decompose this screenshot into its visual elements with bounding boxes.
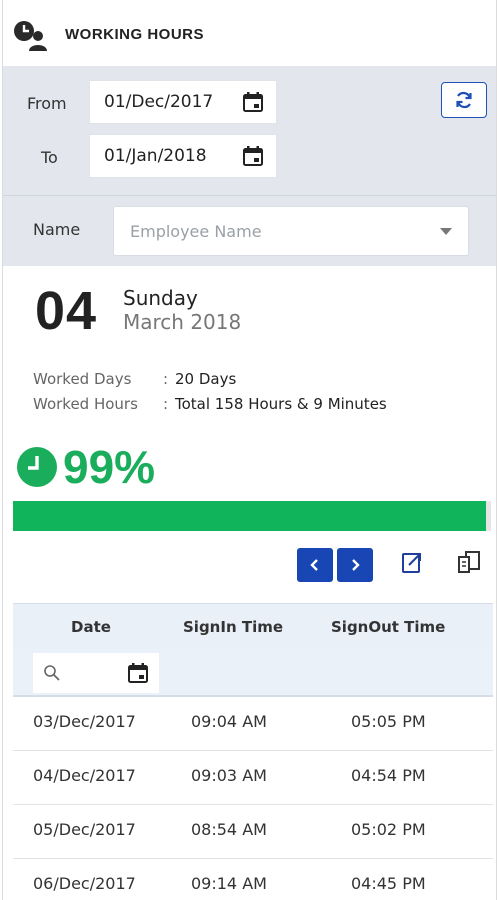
table-header: Date SignIn Time SignOut Time [13, 603, 493, 649]
signout-cell: 05:02 PM [351, 820, 426, 839]
clock-icon [17, 447, 57, 487]
refresh-icon [456, 91, 472, 109]
table-row[interactable]: 06/Dec/2017 09:14 AM 04:45 PM [13, 859, 493, 900]
chevron-left-icon [310, 559, 318, 571]
chevron-right-icon [352, 559, 360, 571]
date-filter: From 01/Dec/2017 To 01/Jan/2018 [3, 66, 496, 196]
current-weekday: Sunday [123, 286, 198, 310]
name-label: Name [33, 220, 81, 239]
panel-header: WORKING HOURS [3, 0, 496, 66]
working-hours-panel: WORKING HOURS From 01/Dec/2017 To 01/Jan… [2, 0, 497, 900]
chevron-down-icon[interactable] [440, 227, 452, 235]
stat-separator: : [163, 370, 169, 388]
date-cell: 04/Dec/2017 [33, 766, 136, 785]
signin-cell: 09:03 AM [191, 766, 267, 785]
next-button[interactable] [337, 548, 373, 582]
stat-separator: : [163, 395, 169, 413]
employee-name-select[interactable]: Employee Name [113, 206, 469, 256]
from-date-field[interactable]: 01/Dec/2017 [89, 80, 277, 124]
calendar-icon[interactable] [242, 91, 264, 113]
column-header-signout[interactable]: SignOut Time [331, 618, 445, 636]
signin-cell: 09:14 AM [191, 874, 267, 893]
attendance-percent: 99% [63, 441, 156, 493]
search-icon [44, 665, 60, 681]
previous-button[interactable] [297, 548, 333, 582]
table-filter-row [13, 649, 493, 697]
user-clock-icon [14, 21, 47, 51]
signin-cell: 09:04 AM [191, 712, 267, 731]
worked-hours-value: Total 158 Hours & 9 Minutes [175, 395, 387, 413]
column-header-signin[interactable]: SignIn Time [183, 618, 283, 636]
signin-cell: 08:54 AM [191, 820, 267, 839]
current-day-number: 04 [35, 281, 98, 341]
table-row[interactable]: 03/Dec/2017 09:04 AM 05:05 PM [13, 697, 493, 751]
page-title: WORKING HOURS [65, 26, 204, 43]
worked-days-label: Worked Days [33, 370, 132, 388]
worked-hours-label: Worked Hours [33, 395, 138, 413]
columns-icon[interactable] [455, 548, 483, 576]
from-date-value: 01/Dec/2017 [104, 92, 214, 112]
attendance-progress-bar [13, 501, 491, 531]
calendar-icon[interactable] [127, 662, 149, 684]
date-cell: 03/Dec/2017 [33, 712, 136, 731]
worked-days-value: 20 Days [175, 370, 237, 388]
date-cell: 05/Dec/2017 [33, 820, 136, 839]
employee-filter: Name Employee Name [3, 196, 496, 266]
calendar-icon[interactable] [242, 145, 264, 167]
table-row[interactable]: 04/Dec/2017 09:03 AM 04:54 PM [13, 751, 493, 805]
date-cell: 06/Dec/2017 [33, 874, 136, 893]
date-filter-input[interactable] [33, 653, 159, 693]
signout-cell: 04:54 PM [351, 766, 426, 785]
progress-fill [13, 501, 487, 531]
to-date-field[interactable]: 01/Jan/2018 [89, 134, 277, 178]
signout-cell: 04:45 PM [351, 874, 426, 893]
refresh-button[interactable] [441, 82, 487, 118]
to-date-value: 01/Jan/2018 [104, 146, 207, 166]
table-row[interactable]: 05/Dec/2017 08:54 AM 05:02 PM [13, 805, 493, 859]
export-icon[interactable] [399, 548, 427, 576]
current-month-year: March 2018 [123, 310, 242, 334]
signout-cell: 05:05 PM [351, 712, 426, 731]
column-header-date[interactable]: Date [71, 618, 111, 636]
employee-name-placeholder: Employee Name [130, 221, 262, 241]
from-label: From [27, 94, 67, 113]
to-label: To [41, 148, 58, 167]
